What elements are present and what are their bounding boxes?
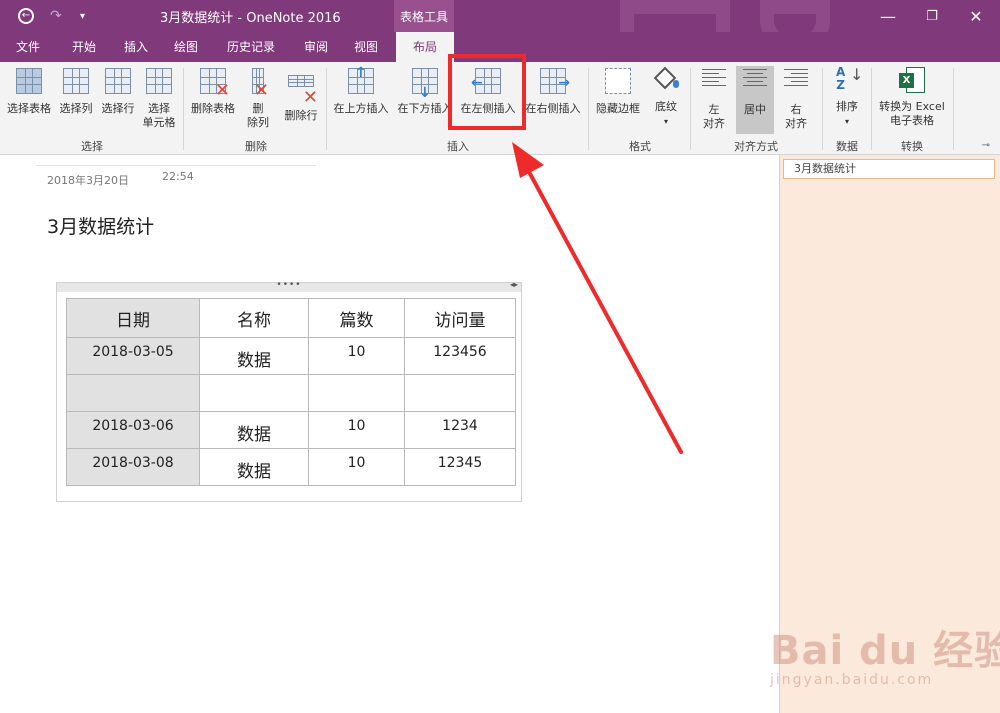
annotation-arrow [512, 142, 683, 454]
watermark-logo: Bai du 经验 [770, 628, 1000, 674]
watermark: Bai du 经验 jingyan.baidu.com [770, 618, 1000, 688]
